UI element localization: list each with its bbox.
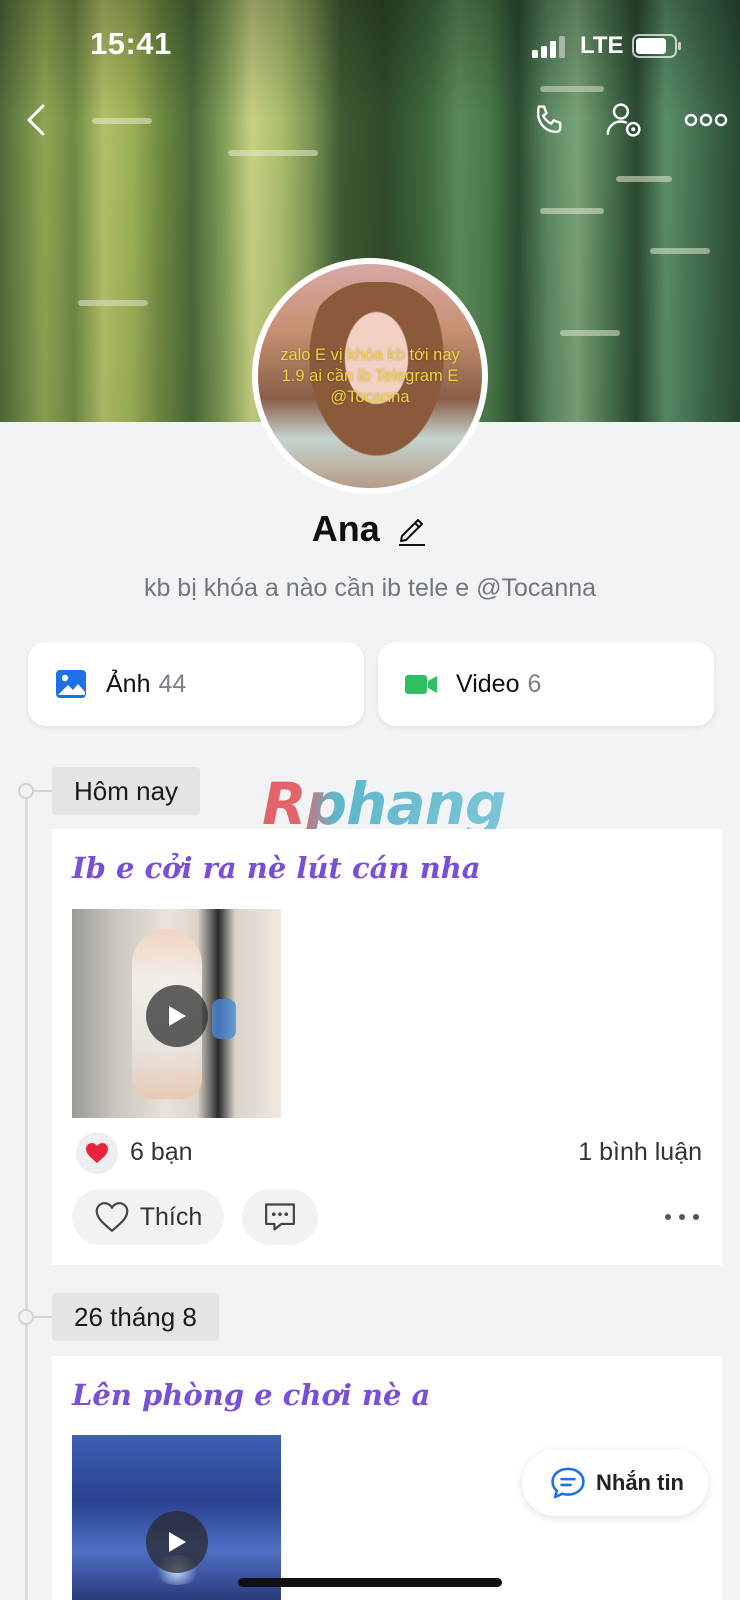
videos-label: Video [456, 669, 520, 698]
home-indicator [238, 1578, 502, 1587]
timeline-line [25, 790, 28, 1600]
timeline-connector [34, 790, 54, 792]
videos-count: 6 [527, 669, 542, 698]
status-bar: 15:41 LTE [0, 26, 740, 66]
date-tag-today: Hôm nay [52, 767, 201, 815]
message-button[interactable]: Nhắn tin [522, 1450, 708, 1516]
phone-icon [536, 105, 562, 134]
reaction-count[interactable]: 6 bạn [130, 1138, 193, 1167]
heart-reaction-icon [76, 1132, 118, 1174]
post-card[interactable]: Ib e cởi ra nè lút cán nha 6 bạn 1 bình … [52, 829, 722, 1265]
play-button[interactable] [146, 985, 208, 1047]
profile-settings-button[interactable] [600, 96, 648, 144]
photos-label: Ảnh [106, 669, 151, 698]
like-button[interactable]: Thích [72, 1189, 224, 1245]
play-button[interactable] [146, 1511, 208, 1573]
photo-icon [56, 670, 86, 698]
timeline-dot [18, 1309, 34, 1325]
video-thumbnail[interactable] [72, 1435, 281, 1600]
battery-icon [632, 34, 681, 58]
heart-outline-icon [95, 1202, 129, 1233]
back-icon [27, 104, 45, 136]
profile-avatar[interactable]: zalo E vị khóa kb tới nay 1.9 ai cần ib … [252, 258, 488, 494]
chat-bubble-icon [551, 1467, 585, 1499]
play-icon [169, 1532, 186, 1552]
photos-button[interactable]: Ảnh 44 [28, 642, 364, 726]
timeline-dot [18, 783, 34, 799]
comment-icon [265, 1203, 295, 1231]
photos-count: 44 [158, 669, 187, 698]
signal-icon [532, 36, 565, 58]
edit-pencil-icon[interactable] [396, 511, 428, 547]
profile-name-row: Ana [0, 508, 740, 550]
watermark-logo: Rphang [262, 770, 506, 838]
comment-button[interactable] [242, 1189, 318, 1245]
status-time: 15:41 [90, 26, 172, 61]
like-label: Thích [139, 1202, 203, 1231]
network-type: LTE [580, 32, 624, 59]
videos-button[interactable]: Video 6 [378, 642, 714, 726]
reaction-summary: 6 bạn 1 bình luận [76, 1132, 702, 1174]
profile-name: Ana [311, 508, 380, 549]
call-button[interactable] [526, 96, 574, 144]
more-options-button[interactable] [680, 96, 732, 144]
user-settings-icon [606, 103, 641, 137]
play-icon [169, 1006, 186, 1026]
date-tag-aug-26: 26 tháng 8 [52, 1293, 219, 1341]
avatar-caption: zalo E vị khóa kb tới nay 1.9 ai cần ib … [280, 345, 460, 406]
timeline-connector [34, 1316, 54, 1318]
post-more-icon[interactable] [662, 1207, 702, 1227]
more-icon [684, 113, 728, 127]
post-caption: Ib e cởi ra nè lút cán nha [72, 851, 481, 885]
back-button[interactable] [12, 96, 60, 144]
profile-bio: kb bị khóa a nào cần ib tele e @Tocanna [143, 574, 597, 602]
comment-count[interactable]: 1 bình luận [578, 1138, 702, 1167]
video-camera-icon [405, 675, 437, 694]
post-caption: Lên phòng e chơi nè a [72, 1378, 431, 1412]
message-label: Nhắn tin [596, 1470, 684, 1495]
video-thumbnail[interactable] [72, 909, 281, 1118]
